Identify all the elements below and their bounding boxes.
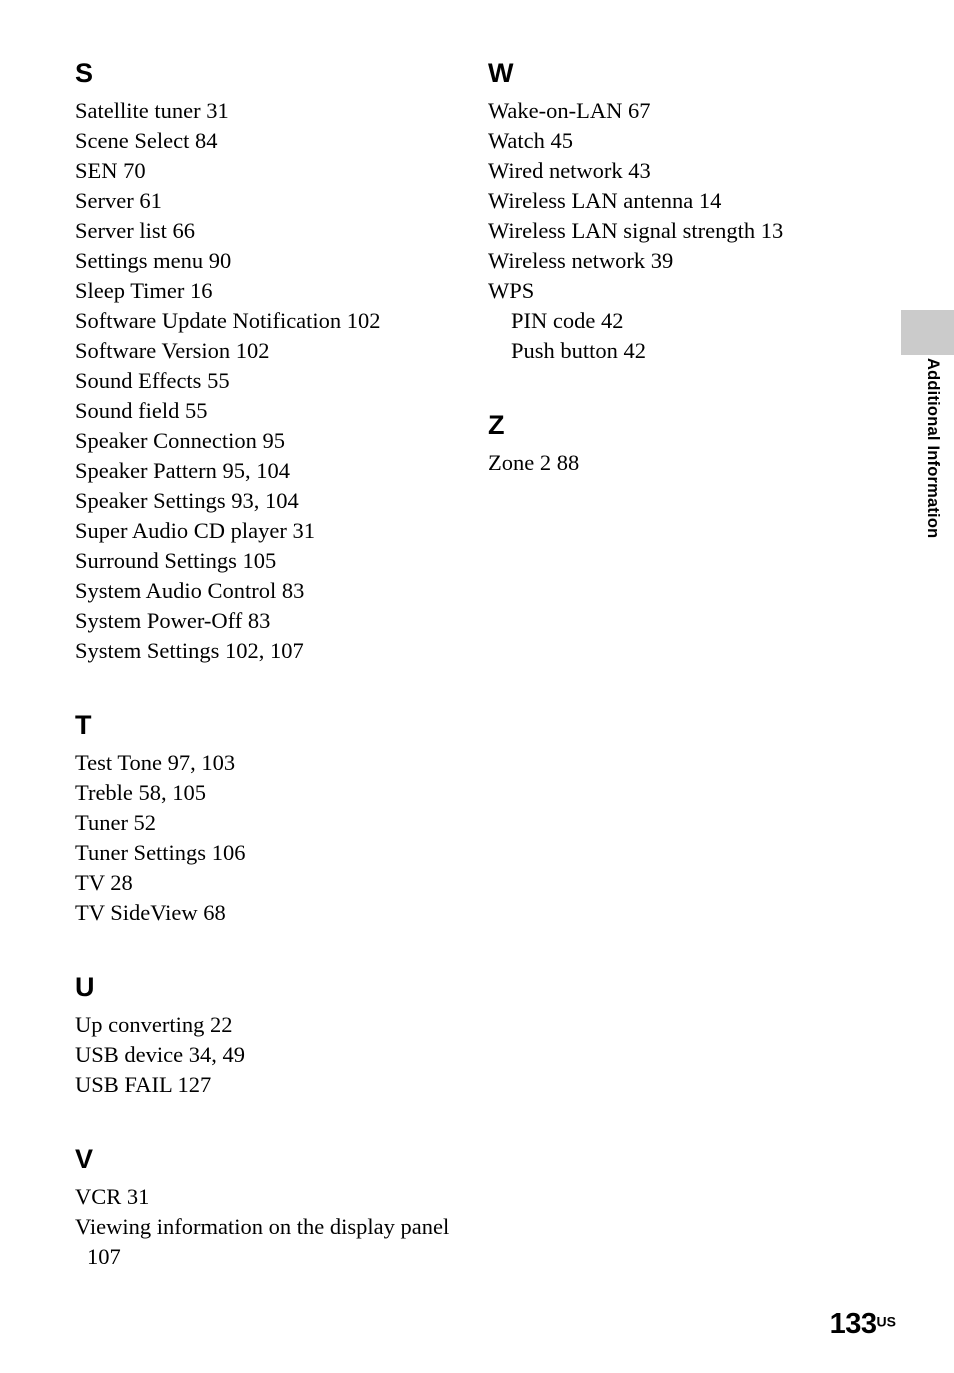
index-entry[interactable]: TV 28 [75, 868, 465, 898]
index-entry[interactable]: Wake-on-LAN 67 [488, 96, 878, 126]
index-entry[interactable]: System Power-Off 83 [75, 606, 465, 636]
index-section-heading: V [75, 1144, 93, 1174]
index-entry[interactable]: Wireless LAN antenna 14 [488, 186, 878, 216]
edge-tab-block [901, 310, 954, 355]
index-entry[interactable]: Super Audio CD player 31 [75, 516, 465, 546]
index-entry[interactable]: Test Tone 97, 103 [75, 748, 465, 778]
index-entry-list: Test Tone 97, 103 Treble 58, 105 Tuner 52 T… [75, 748, 465, 928]
edge-tab-label: Additional Information [912, 358, 954, 618]
index-entry[interactable]: TV SideView 68 [75, 898, 465, 928]
index-entry[interactable]: USB device 34, 49 [75, 1040, 465, 1070]
index-page: S Satellite tuner 31 Scene Select 84 SEN 70… [0, 0, 954, 1373]
index-entry[interactable]: Sound Effects 55 [75, 366, 465, 396]
index-sub-entry[interactable]: PIN code 42 [488, 306, 878, 336]
index-entry[interactable]: SEN 70 [75, 156, 465, 186]
index-entry[interactable]: Scene Select 84 [75, 126, 465, 156]
index-entry[interactable]: Settings menu 90 [75, 246, 465, 276]
index-column-left: S Satellite tuner 31 Scene Select 84 SEN 70… [75, 58, 465, 1272]
index-section-heading: T [75, 710, 92, 740]
index-entry[interactable]: Viewing information on the display panel… [75, 1212, 465, 1272]
index-section-heading: S [75, 58, 93, 88]
index-entry[interactable]: Up converting 22 [75, 1010, 465, 1040]
index-entry[interactable]: System Settings 102, 107 [75, 636, 465, 666]
index-entry[interactable]: Zone 2 88 [488, 448, 878, 478]
index-entry[interactable]: Wireless LAN signal strength 13 [488, 216, 878, 246]
index-entry[interactable]: Sound field 55 [75, 396, 465, 426]
index-entry[interactable]: Watch 45 [488, 126, 878, 156]
index-entry[interactable]: Software Update Notification 102 [75, 306, 465, 336]
index-section: Z Zone 2 88 [488, 410, 878, 478]
index-entry[interactable]: USB FAIL 127 [75, 1070, 465, 1100]
page-region-suffix: US [876, 1313, 896, 1330]
index-section: W Wake-on-LAN 67 Watch 45 Wired network 43 W… [488, 58, 878, 366]
index-entry[interactable]: System Audio Control 83 [75, 576, 465, 606]
index-section-heading: Z [488, 410, 505, 440]
index-entry[interactable]: Server list 66 [75, 216, 465, 246]
index-sub-entry[interactable]: Push button 42 [488, 336, 878, 366]
index-entry[interactable]: Sleep Timer 16 [75, 276, 465, 306]
index-section: T Test Tone 97, 103 Treble 58, 105 Tuner 52… [75, 710, 465, 928]
index-entry[interactable]: WPS [488, 276, 878, 306]
index-entry[interactable]: Wireless network 39 [488, 246, 878, 276]
index-section-heading: W [488, 58, 514, 88]
index-entry-list: VCR 31 Viewing information on the display… [75, 1182, 465, 1272]
index-entry[interactable]: Tuner 52 [75, 808, 465, 838]
index-entry[interactable]: Wired network 43 [488, 156, 878, 186]
index-entry[interactable]: Speaker Settings 93, 104 [75, 486, 465, 516]
index-entry[interactable]: Tuner Settings 106 [75, 838, 465, 868]
index-section: U Up converting 22 USB device 34, 49 USB FA… [75, 972, 465, 1100]
index-entry-list: Zone 2 88 [488, 448, 878, 478]
index-entry-list: Wake-on-LAN 67 Watch 45 Wired network 43 Wi… [488, 96, 878, 366]
index-column-right: W Wake-on-LAN 67 Watch 45 Wired network 43 W… [488, 58, 878, 478]
index-entry[interactable]: Surround Settings 105 [75, 546, 465, 576]
index-section-heading: U [75, 972, 95, 1002]
page-number: 133 [829, 1308, 877, 1340]
index-entry-list: Satellite tuner 31 Scene Select 84 SEN 70 S… [75, 96, 465, 666]
index-section: S Satellite tuner 31 Scene Select 84 SEN 70… [75, 58, 465, 666]
index-entry[interactable]: Treble 58, 105 [75, 778, 465, 808]
edge-tab-label-text: Additional Information [924, 358, 942, 539]
index-section: V VCR 31 Viewing information on the displa… [75, 1144, 465, 1272]
edge-tab-marker [901, 310, 954, 355]
index-entry[interactable]: Speaker Connection 95 [75, 426, 465, 456]
page-footer: 133US [0, 1310, 896, 1339]
index-entry[interactable]: Server 61 [75, 186, 465, 216]
index-entry[interactable]: Speaker Pattern 95, 104 [75, 456, 465, 486]
index-entry-list: Up converting 22 USB device 34, 49 USB FAI… [75, 1010, 465, 1100]
index-entry[interactable]: Satellite tuner 31 [75, 96, 465, 126]
index-columns: S Satellite tuner 31 Scene Select 84 SEN 70… [0, 0, 954, 1280]
index-entry[interactable]: Software Version 102 [75, 336, 465, 366]
index-entry[interactable]: VCR 31 [75, 1182, 465, 1212]
